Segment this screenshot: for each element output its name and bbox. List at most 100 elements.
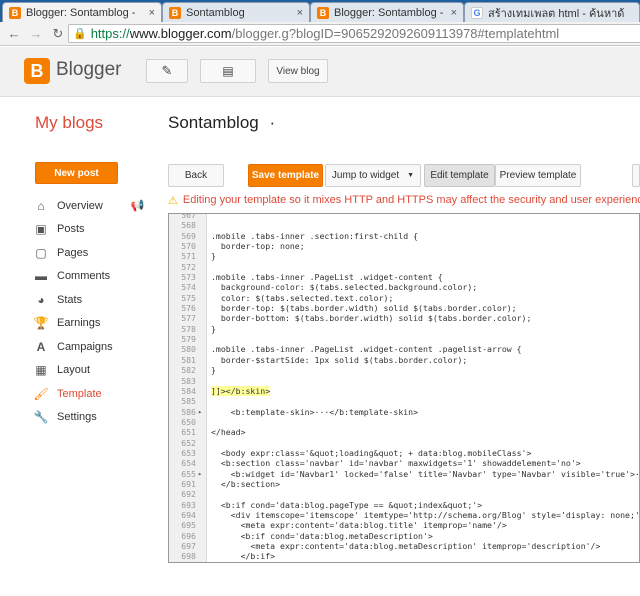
blog-title-dropdown[interactable]: Sontamblog · [168,113,275,133]
code-line[interactable]: 698 </b:if> [169,551,639,561]
line-number: 574 [181,282,196,293]
sidebar-item-earnings[interactable]: 🏆 Earnings [33,312,163,336]
close-icon[interactable]: × [297,7,303,19]
line-number: 584 [181,385,196,396]
line-number: 693 [181,499,196,510]
code-line[interactable]: 569 .mobile .tabs-inner .section:first-ch… [169,231,639,241]
code-line[interactable]: 653 <body expr:class='&quot;loading&quot… [169,448,639,458]
line-number: 696 [181,530,196,541]
edit-template-button[interactable]: Edit template [424,164,495,187]
code-line[interactable]: 693 <b:if cond='data:blog.pageType == &q… [169,500,639,510]
preview-template-button[interactable]: Preview template [495,164,581,187]
code-line[interactable]: 697 <meta expr:content='data:blog.metaDe… [169,541,639,551]
address-bar[interactable]: 🔒 https:// www.blogger.com /blogger.g?bl… [68,24,640,43]
code-line[interactable]: 584 ]]></b:skin> [169,385,639,397]
code-line[interactable]: 575 color: $(tabs.selected.text.color); [169,293,639,303]
code-line[interactable]: 567 [169,214,639,220]
code-line[interactable]: 585 [169,396,639,406]
blogger-logo-icon[interactable]: B [24,58,50,84]
code-line[interactable]: 582} [169,365,639,375]
sidebar-item-layout[interactable]: ▦ Layout [33,359,163,383]
code-line[interactable]: 568 [169,220,639,230]
back-arrow-icon[interactable]: ← [6,26,22,42]
line-number: 652 [181,437,196,448]
sidebar-item-pages[interactable]: ▢ Pages [33,241,163,265]
my-blogs-link[interactable]: My blogs [35,113,103,133]
browser-tab-sontamblog[interactable]: B Sontamblog × [162,2,310,22]
new-post-button[interactable]: New post [35,162,118,184]
code-line[interactable]: 570 border-top: none; [169,241,639,251]
sidebar-item-overview[interactable]: ⌂ Overview 📢 [33,194,163,218]
code-text: ]]></b:skin> [211,385,271,397]
jump-to-widget-dropdown[interactable]: Jump to widget ▼ [325,164,421,187]
sidebar-item-template[interactable]: 🖌 Template [33,382,163,406]
browser-tab-google-search[interactable]: G สร้างเทมเพลต html - ค้นหาด้ [464,2,640,22]
sidebar-item-settings[interactable]: 🔧 Settings [33,406,163,430]
code-line[interactable]: 586 ▸ <b:template-skin>···</b:template-sk… [169,407,639,417]
code-line[interactable]: 655 ▸ <b:widget id='Navbar1' locked='fals… [169,469,639,479]
line-number: 650 [181,416,196,427]
code-line[interactable]: 651 </head> [169,427,639,437]
url-path: /blogger.g?blogID=9065292092609113978#te… [231,26,560,41]
code-line[interactable]: 654 <b:section class='navbar' id='navbar… [169,458,639,468]
code-line[interactable]: 583 [169,376,639,386]
browser-tab-blogger-editor[interactable]: B Blogger: Sontamblog - × [2,2,162,22]
close-icon[interactable]: × [451,7,457,19]
code-line[interactable]: 692 [169,489,639,499]
google-favicon-icon: G [471,6,483,19]
line-number: 695 [181,520,196,531]
code-line[interactable]: 581 border-$startSide: 1px solid $(tabs.… [169,355,639,365]
code-line[interactable]: 572 [169,262,639,272]
code-line[interactable]: 577 border-bottom: $(tabs.border.width) … [169,313,639,323]
forward-arrow-icon[interactable]: → [28,26,44,42]
line-number: 580 [181,344,196,355]
line-number: 699 [169,562,196,563]
format-template-button[interactable] [632,164,640,187]
back-button[interactable]: Back [168,164,224,187]
code-line[interactable]: 578} [169,324,639,334]
code-text: </div> [211,562,261,563]
code-line[interactable]: 691 </b:section> [169,479,639,489]
fold-arrow-icon[interactable]: ▸ [198,407,206,417]
code-line[interactable]: 652 [169,438,639,448]
sidebar-item-stats[interactable]: ◕ Stats [33,288,163,312]
code-text: border-top: $(tabs.border.width) solid $… [211,303,517,314]
code-line[interactable]: 696 <b:if cond='data:blog.metaDescriptio… [169,531,639,541]
sidebar-item-label: Comments [57,270,111,283]
close-icon[interactable]: × [149,7,155,19]
posts-list-button[interactable]: ▤ [200,59,256,83]
browser-tab-blogger-co[interactable]: B Blogger: Sontamblog - Co × [310,2,464,22]
code-text: <b:if cond='data:blog.metaDescription'> [211,530,433,541]
code-line[interactable]: 650 [169,417,639,427]
line-number: 583 [181,375,196,386]
reload-icon[interactable]: ↻ [50,26,66,42]
code-line[interactable]: 574 background-color: $(tabs.selected.ba… [169,282,639,292]
code-line[interactable]: 576 border-top: $(tabs.border.width) sol… [169,303,639,313]
sidebar-item-campaigns[interactable]: A Campaigns [33,335,163,359]
campaigns-icon: A [36,339,46,354]
code-line[interactable]: 694 <div itemscope='itemscope' itemtype=… [169,510,639,520]
wrench-icon: 🔧 [33,410,49,425]
code-line[interactable]: 571} [169,251,639,261]
sidebar-item-comments[interactable]: ▬ Comments [33,265,163,289]
stats-icon: ◕ [37,292,45,307]
tab-label: สร้างเทมเพลต html - ค้นหาด้ [488,7,625,20]
code-line[interactable]: 695 <meta expr:content='data:blog.title'… [169,520,639,530]
code-text: .mobile .tabs-inner .section:first-child… [211,230,419,241]
new-post-pencil-button[interactable]: ✎ [146,59,188,83]
blogger-brand[interactable]: Blogger [56,59,122,81]
code-line[interactable]: 573 .mobile .tabs-inner .PageList .widget… [169,272,639,282]
jump-to-widget-label: Jump to widget [331,170,400,181]
view-blog-button[interactable]: View blog [268,59,328,83]
code-line[interactable]: 579 [169,334,639,344]
fold-arrow-icon[interactable]: ▸ [198,469,206,479]
save-template-button[interactable]: Save template [248,164,323,187]
code-text: <b:template-skin>···</b:template-skin> [211,406,419,417]
template-code-editor[interactable]: 567 568 569 .mobile .tabs-inner .section:fi… [168,213,640,563]
sidebar-item-posts[interactable]: ▣ Posts [33,218,163,242]
line-number: 581 [181,354,196,365]
code-line[interactable]: 699 </div> [169,562,639,563]
line-number: 653 [181,447,196,458]
code-line[interactable]: 580 .mobile .tabs-inner .PageList .widget… [169,344,639,354]
code-text: <b:section class='navbar' id='navbar' ma… [211,458,581,469]
